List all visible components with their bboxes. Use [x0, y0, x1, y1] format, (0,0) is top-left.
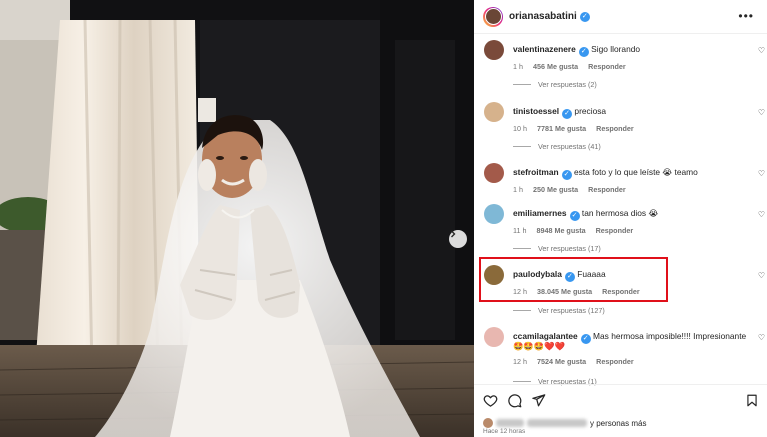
comment-like-heart-icon[interactable]: ♡	[758, 46, 765, 55]
verified-badge-icon: ✓	[562, 109, 573, 119]
comment-likes[interactable]: 7524 Me gusta	[537, 357, 586, 366]
view-replies-button[interactable]: Ver respuestas (2)	[513, 80, 597, 89]
view-replies-button[interactable]: Ver respuestas (17)	[513, 244, 601, 253]
reply-button[interactable]: Responder	[596, 124, 634, 133]
commenter-avatar[interactable]	[484, 102, 504, 122]
comment-likes[interactable]: 8948 Me gusta	[536, 226, 585, 235]
comment-text: preciosa	[574, 106, 607, 116]
commenter-avatar[interactable]	[484, 204, 504, 224]
comment-like-heart-icon[interactable]: ♡	[758, 333, 765, 342]
comment-username[interactable]: emiliamernes	[513, 208, 567, 218]
view-replies-button[interactable]: Ver respuestas (127)	[513, 306, 605, 315]
verified-badge-icon: ✓	[579, 11, 590, 22]
commenter-avatar[interactable]	[484, 40, 504, 60]
reply-button[interactable]: Responder	[588, 185, 626, 194]
comment-like-heart-icon[interactable]: ♡	[758, 169, 765, 178]
highlight-box	[479, 257, 668, 302]
likes-summary[interactable]: y personas más	[483, 418, 646, 428]
comment-text: Sigo llorando	[591, 44, 641, 54]
comment-username[interactable]: tinistoessel	[513, 106, 559, 116]
comment-bubble-icon[interactable]	[507, 393, 522, 408]
post-side-panel: orianasabatini ✓ ••• valentinazenere ✓ Si…	[474, 0, 767, 437]
comment-time: 1 h	[513, 62, 523, 71]
reply-button[interactable]: Responder	[596, 226, 634, 235]
comment-time: 11 h	[513, 226, 527, 235]
next-photo-button[interactable]	[449, 230, 467, 248]
share-send-icon[interactable]	[531, 393, 546, 408]
post-photo[interactable]	[0, 0, 474, 437]
comment-text: esta foto y lo que leíste 😭 teamo	[573, 167, 698, 177]
blurred-username	[527, 419, 587, 427]
blurred-username	[496, 419, 524, 427]
comment-meta: 12 h 7524 Me gusta Responder	[513, 357, 642, 366]
comment-meta: 1 h 250 Me gusta Responder	[513, 185, 634, 194]
comment-like-heart-icon[interactable]: ♡	[758, 271, 765, 280]
comment-likes[interactable]: 250 Me gusta	[533, 185, 578, 194]
verified-badge-icon: ✓	[569, 211, 580, 221]
commenter-avatar[interactable]	[484, 163, 504, 183]
owner-username[interactable]: orianasabatini	[509, 11, 577, 22]
comment-username[interactable]: valentinazenere	[513, 44, 576, 54]
comment-likes[interactable]: 7781 Me gusta	[537, 124, 586, 133]
comment-meta: 1 h 456 Me gusta Responder	[513, 62, 634, 71]
comment-time: 12 h	[513, 357, 527, 366]
more-horizontal-icon[interactable]: •••	[738, 9, 754, 23]
reply-button[interactable]: Responder	[596, 357, 634, 366]
post-time-ago: Hace 12 horas	[483, 428, 526, 435]
commenter-avatar[interactable]	[484, 327, 504, 347]
comment-likes[interactable]: 456 Me gusta	[533, 62, 578, 71]
verified-badge-icon: ✓	[578, 47, 589, 57]
verified-badge-icon: ✓	[561, 170, 572, 180]
likes-suffix: y personas más	[590, 418, 647, 428]
comment-like-heart-icon[interactable]: ♡	[758, 210, 765, 219]
comment-emoji-line: 🤩🤩🤩❤️❤️	[513, 341, 566, 351]
comment-username[interactable]: stefroitman	[513, 167, 559, 177]
liker-avatar	[483, 418, 493, 428]
comment-text: Mas hermosa imposible!!!! Impresionante	[593, 331, 747, 341]
comment-time: 10 h	[513, 124, 527, 133]
bride-photo-illustration	[0, 0, 474, 437]
owner-avatar[interactable]	[483, 6, 503, 27]
comment-text: tan hermosa dios 😭	[581, 208, 659, 218]
post-header: orianasabatini ✓ •••	[474, 0, 767, 34]
chevron-right-icon	[451, 230, 456, 238]
comment-meta: 10 h 7781 Me gusta Responder	[513, 124, 642, 133]
bookmark-icon[interactable]	[745, 393, 759, 408]
comment-like-heart-icon[interactable]: ♡	[758, 108, 765, 117]
reply-button[interactable]: Responder	[588, 62, 626, 71]
comment-username[interactable]: ccamilagalantee	[513, 331, 578, 341]
like-heart-icon[interactable]	[483, 393, 498, 408]
view-replies-button[interactable]: Ver respuestas (41)	[513, 142, 601, 151]
comment-meta: 11 h 8948 Me gusta Responder	[513, 226, 641, 235]
comment-time: 1 h	[513, 185, 523, 194]
